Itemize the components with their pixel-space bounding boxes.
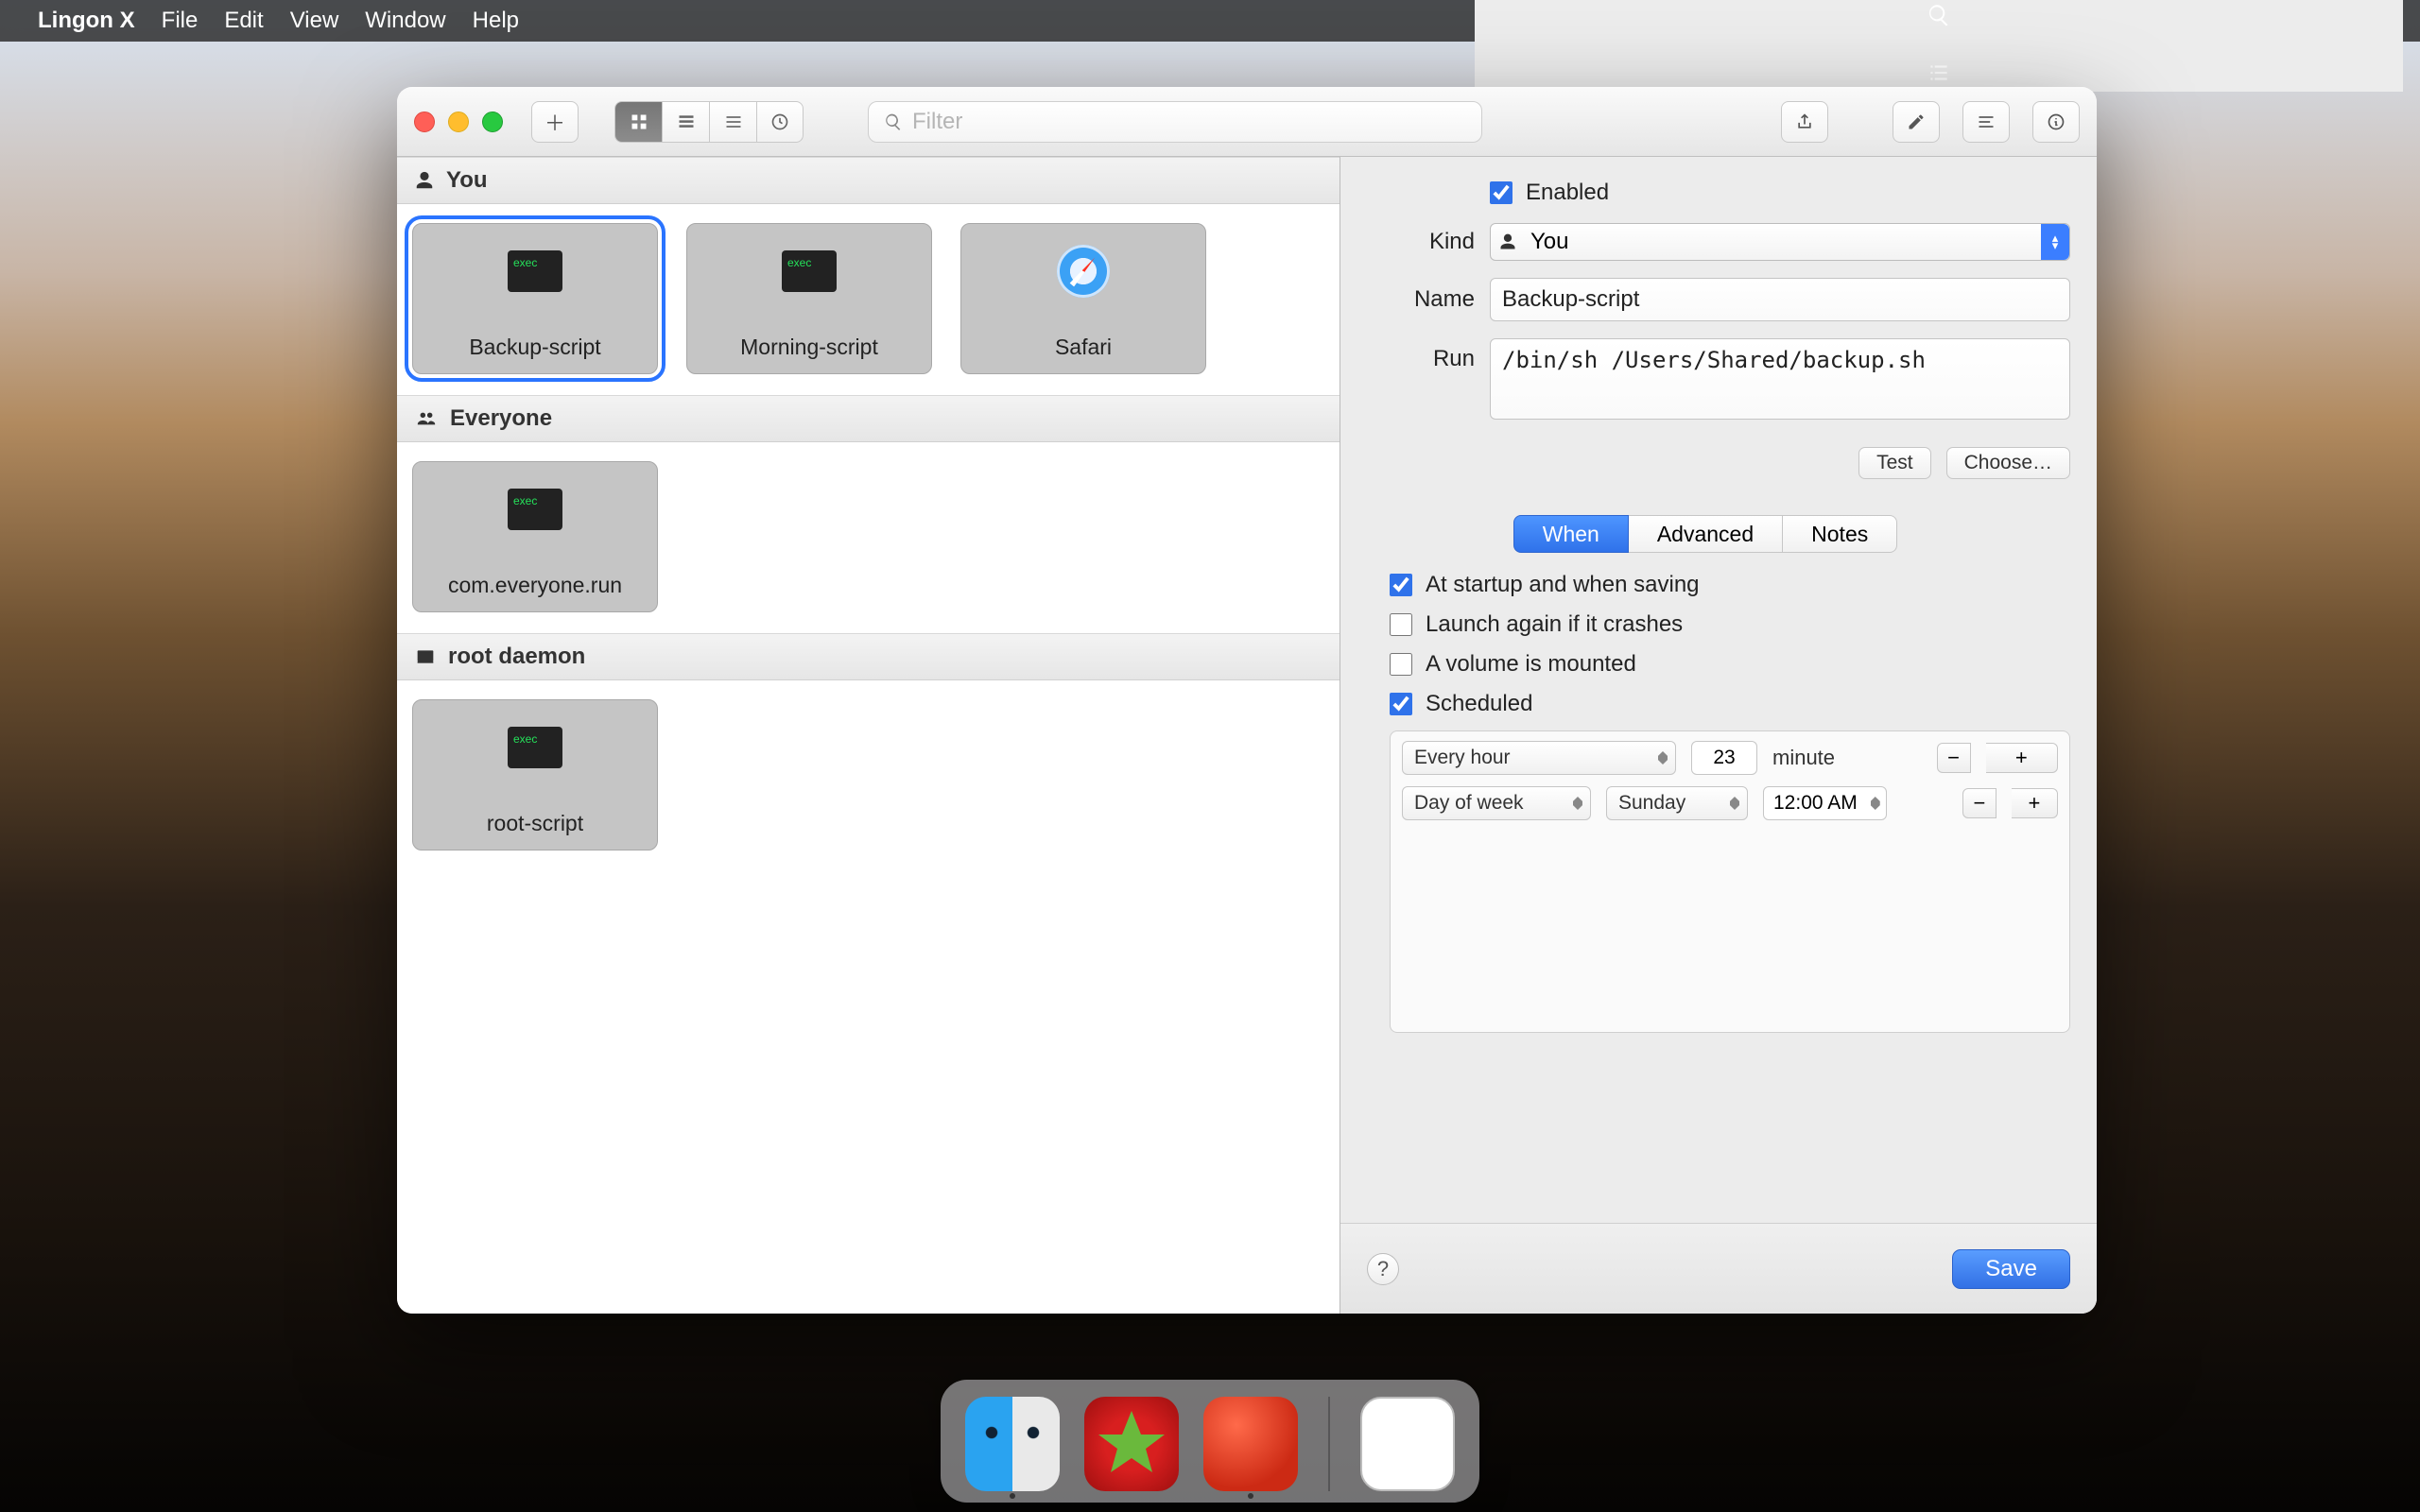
run-field[interactable]: /bin/sh /Users/Shared/backup.sh <box>1490 338 2070 420</box>
view-grid-button[interactable] <box>614 101 662 143</box>
user-icon <box>1491 232 1525 251</box>
job-card-root-script[interactable]: root-script <box>412 699 658 850</box>
choose-button[interactable]: Choose… <box>1946 447 2070 479</box>
menu-view[interactable]: View <box>290 8 339 34</box>
section-label: root daemon <box>448 644 585 670</box>
dock-separator <box>1328 1397 1330 1491</box>
tabs: When Advanced Notes <box>1340 515 2070 553</box>
exec-icon <box>782 250 837 292</box>
job-card-label: com.everyone.run <box>448 573 622 598</box>
info-button[interactable] <box>2032 101 2080 143</box>
day-select[interactable]: Sunday <box>1606 786 1748 820</box>
dock-app-2[interactable] <box>1084 1397 1179 1491</box>
zoom-window-button[interactable] <box>482 112 503 132</box>
detail-panel: Enabled Kind You ▴▾ <box>1340 157 2097 1314</box>
view-mode-segment <box>614 101 804 143</box>
dock <box>941 1380 1479 1503</box>
menu-window[interactable]: Window <box>365 8 445 34</box>
volume-label: A volume is mounted <box>1426 651 1636 678</box>
enabled-label: Enabled <box>1526 180 1609 206</box>
job-card-label: Safari <box>1055 335 1112 360</box>
time-field[interactable]: 12:00 AM <box>1763 786 1887 820</box>
filter-field[interactable] <box>868 101 1482 143</box>
kind-label: Kind <box>1340 229 1490 255</box>
scope-select[interactable]: Day of week <box>1402 786 1591 820</box>
minimize-window-button[interactable] <box>448 112 469 132</box>
menubar: Lingon X File Edit View Window Help Pete… <box>0 0 2420 42</box>
startup-checkbox[interactable] <box>1390 574 1412 596</box>
menu-help[interactable]: Help <box>473 8 519 34</box>
scheduled-checkbox[interactable] <box>1390 693 1412 715</box>
titlebar: ＋ <box>397 87 2097 157</box>
chevron-updown-icon: ▴▾ <box>2041 224 2069 260</box>
save-button[interactable]: Save <box>1952 1249 2070 1289</box>
footer: ? Save <box>1340 1223 2097 1314</box>
enabled-checkbox[interactable] <box>1490 181 1512 204</box>
exec-icon <box>508 250 562 292</box>
spotlight-icon[interactable] <box>1927 3 1951 34</box>
job-card-label: Morning-script <box>740 335 878 360</box>
kind-value: You <box>1525 229 2041 255</box>
edit-button[interactable] <box>1893 101 1940 143</box>
relaunch-checkbox[interactable] <box>1390 613 1412 636</box>
tab-advanced[interactable]: Advanced <box>1629 515 1783 553</box>
add-button[interactable]: ＋ <box>531 101 579 143</box>
add-row-button[interactable]: + <box>2012 788 2058 818</box>
job-card-morning-script[interactable]: Morning-script <box>686 223 932 374</box>
minute-field[interactable] <box>1691 741 1757 775</box>
job-card-safari[interactable]: Safari <box>960 223 1206 374</box>
remove-row-button[interactable]: − <box>1962 788 1996 818</box>
name-label: Name <box>1340 286 1490 313</box>
view-schedule-button[interactable] <box>756 101 804 143</box>
section-everyone: Everyone <box>397 395 1340 442</box>
volume-checkbox[interactable] <box>1390 653 1412 676</box>
tab-when[interactable]: When <box>1513 515 1629 553</box>
view-list-button[interactable] <box>709 101 756 143</box>
schedule-box: Every hour minute − + Day of week Sunday… <box>1390 730 2070 1033</box>
job-list: You Backup-script Morning-script Safari <box>397 157 1340 1314</box>
exec-icon <box>508 727 562 768</box>
format-button[interactable] <box>1962 101 2010 143</box>
run-label: Run <box>1340 338 1490 372</box>
kind-select[interactable]: You ▴▾ <box>1490 223 2070 261</box>
view-compact-button[interactable] <box>662 101 709 143</box>
section-root: root daemon <box>397 633 1340 680</box>
section-you: You <box>397 157 1340 204</box>
startup-label: At startup and when saving <box>1426 572 1700 598</box>
job-card-label: Backup-script <box>469 335 600 360</box>
add-row-button[interactable]: + <box>1986 743 2058 773</box>
safari-icon <box>1057 245 1110 298</box>
filter-input[interactable] <box>912 109 1466 135</box>
app-menu[interactable]: Lingon X <box>38 8 135 34</box>
job-card-everyone[interactable]: com.everyone.run <box>412 461 658 612</box>
close-window-button[interactable] <box>414 112 435 132</box>
dock-app-3[interactable] <box>1203 1397 1298 1491</box>
name-field[interactable] <box>1490 278 2070 321</box>
scheduled-label: Scheduled <box>1426 691 1532 717</box>
remove-row-button[interactable]: − <box>1937 743 1971 773</box>
menu-file[interactable]: File <box>162 8 199 34</box>
relaunch-label: Launch again if it crashes <box>1426 611 1683 638</box>
dock-trash[interactable] <box>1360 1397 1455 1491</box>
exec-icon <box>508 489 562 530</box>
app-window: ＋ <box>397 87 2097 1314</box>
job-card-label: root-script <box>487 811 583 836</box>
minute-label: minute <box>1772 746 1835 770</box>
section-label: Everyone <box>450 405 552 432</box>
section-label: You <box>446 167 488 194</box>
dock-finder[interactable] <box>965 1397 1060 1491</box>
help-button[interactable]: ? <box>1367 1253 1399 1285</box>
tab-notes[interactable]: Notes <box>1783 515 1897 553</box>
test-button[interactable]: Test <box>1858 447 1931 479</box>
menu-edit[interactable]: Edit <box>224 8 263 34</box>
job-card-backup-script[interactable]: Backup-script <box>412 223 658 374</box>
share-button[interactable] <box>1781 101 1828 143</box>
interval-select[interactable]: Every hour <box>1402 741 1676 775</box>
